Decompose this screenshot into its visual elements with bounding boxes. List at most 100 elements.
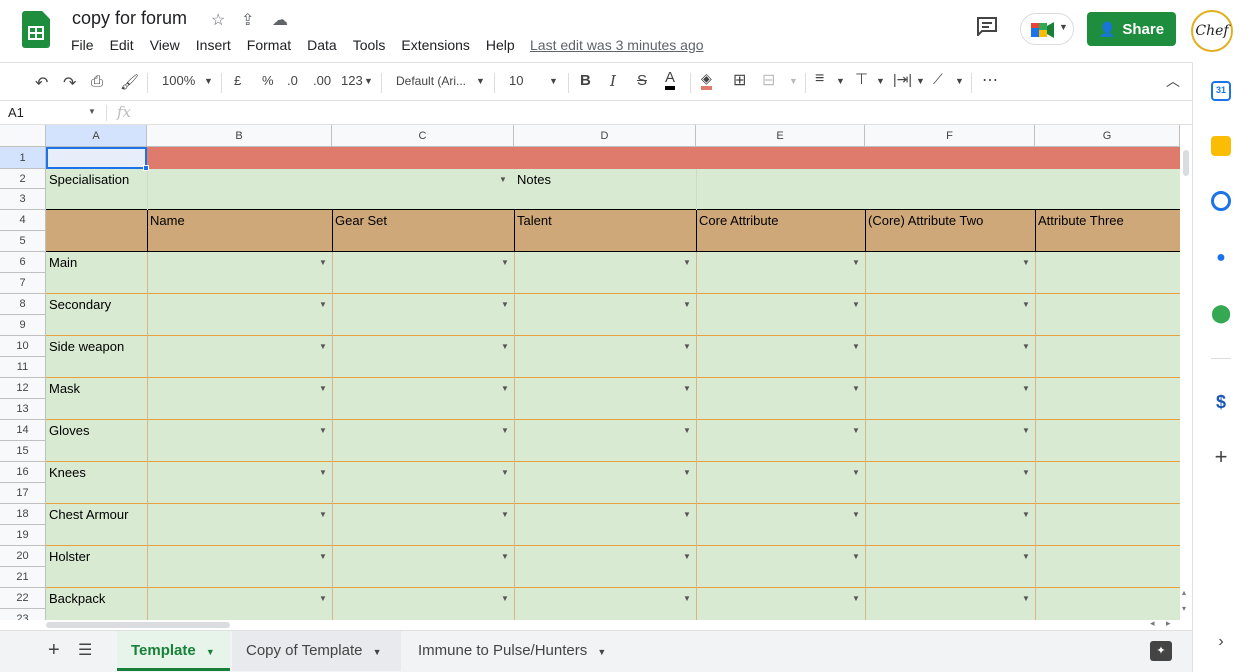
dropdown-arrow-icon[interactable]: ▼ xyxy=(501,426,509,435)
formula-input[interactable] xyxy=(145,101,1185,125)
row-header-18[interactable]: 18 xyxy=(0,504,46,525)
dropdown-arrow-icon[interactable]: ▼ xyxy=(683,510,691,519)
print-icon[interactable]: ⎙ xyxy=(91,73,103,90)
dropdown-arrow-icon[interactable]: ▼ xyxy=(852,552,860,561)
account-avatar[interactable]: Chef xyxy=(1191,10,1233,52)
tab-immune-to-pulse-hunters[interactable]: Immune to Pulse/Hunters ▼ xyxy=(404,631,629,671)
dropdown-arrow-icon[interactable]: ▼ xyxy=(1022,468,1030,477)
font-select[interactable]: Default (Ari... xyxy=(396,74,466,88)
dropdown-arrow-icon[interactable]: ▼ xyxy=(683,258,691,267)
dropdown-arrow-icon[interactable]: ▼ xyxy=(852,300,860,309)
zoom-select[interactable]: 100% xyxy=(162,73,195,88)
fill-color-icon[interactable]: ◈ xyxy=(701,70,712,90)
vertical-align-icon[interactable]: ⊤ xyxy=(855,70,868,88)
dropdown-arrow-icon[interactable]: ▼ xyxy=(1022,384,1030,393)
dropdown-arrow-icon[interactable]: ▼ xyxy=(852,594,860,603)
dropdown-arrow-icon[interactable]: ▼ xyxy=(683,594,691,603)
dropdown-arrow-icon[interactable]: ▼ xyxy=(1022,552,1030,561)
scroll-down-icon[interactable]: ▾ xyxy=(1182,604,1186,613)
dropdown-arrow-icon[interactable]: ▼ xyxy=(1022,510,1030,519)
table-row[interactable] xyxy=(46,378,1180,420)
dropdown-arrow-icon[interactable]: ▼ xyxy=(1022,258,1030,267)
menu-help[interactable]: Help xyxy=(486,37,515,53)
star-icon[interactable]: ☆ xyxy=(211,10,225,30)
borders-icon[interactable]: ⊞ xyxy=(733,70,746,90)
dropdown-arrow-icon[interactable]: ▼ xyxy=(501,468,509,477)
increase-decimal-button[interactable]: .00 xyxy=(313,73,331,88)
explore-icon[interactable]: ✦ xyxy=(1150,641,1172,661)
font-size-select[interactable]: 10 xyxy=(509,73,523,88)
row-header-16[interactable]: 16 xyxy=(0,462,46,483)
menu-format[interactable]: Format xyxy=(247,37,291,53)
chevron-down-icon[interactable]: ▼ xyxy=(88,107,96,116)
row-header-17[interactable]: 17 xyxy=(0,483,46,504)
row-header-12[interactable]: 12 xyxy=(0,378,46,399)
meet-button[interactable]: ▼ xyxy=(1020,13,1074,45)
dropdown-arrow-icon[interactable]: ▼ xyxy=(683,300,691,309)
dropdown-arrow-icon[interactable]: ▼ xyxy=(1022,342,1030,351)
row-header-4[interactable]: 4 xyxy=(0,210,46,231)
scroll-left-icon[interactable]: ◂ xyxy=(1150,618,1155,629)
row-header-2[interactable]: 2 xyxy=(0,169,46,189)
calendar-icon[interactable]: 31 xyxy=(1211,81,1231,101)
document-title[interactable]: copy for forum xyxy=(72,8,187,29)
row-header-1[interactable]: 1 xyxy=(0,147,46,169)
dropdown-arrow-icon[interactable]: ▼ xyxy=(1022,594,1030,603)
row-header-7[interactable]: 7 xyxy=(0,273,46,294)
table-row[interactable] xyxy=(46,462,1180,504)
dropdown-arrow-icon[interactable]: ▼ xyxy=(852,258,860,267)
row-header-23[interactable]: 23 xyxy=(0,609,46,620)
undo-icon[interactable]: ↶ xyxy=(35,73,48,93)
dropdown-arrow-icon[interactable]: ▼ xyxy=(501,300,509,309)
dropdown-arrow-icon[interactable]: ▼ xyxy=(683,552,691,561)
header-band-row[interactable] xyxy=(46,147,1180,169)
table-row[interactable] xyxy=(46,588,1180,620)
horizontal-scrollbar[interactable]: ◂ ▸ xyxy=(46,618,1180,630)
vertical-scrollbar[interactable]: ▴ ▾ xyxy=(1180,148,1192,620)
table-row[interactable] xyxy=(46,336,1180,378)
chevron-down-icon[interactable]: ▼ xyxy=(204,76,213,86)
decrease-decimal-button[interactable]: .0 xyxy=(287,73,298,88)
menu-edit[interactable]: Edit xyxy=(110,37,134,53)
table-row[interactable] xyxy=(46,420,1180,462)
spreadsheet-grid[interactable]: A B C D E F G 1 2 3 4 5 6 7 8 9 10 11 12 13 14 15 16 17 18 19 20 21… xyxy=(0,125,1180,620)
row-header-22[interactable]: 22 xyxy=(0,588,46,609)
dropdown-arrow-icon[interactable]: ▼ xyxy=(852,510,860,519)
row-header-20[interactable]: 20 xyxy=(0,546,46,567)
dropdown-arrow-icon[interactable]: ▼ xyxy=(501,384,509,393)
collapse-toolbar-icon[interactable]: ︿ xyxy=(1166,71,1180,91)
addon-icon[interactable]: $ xyxy=(1211,392,1231,412)
fill-handle[interactable] xyxy=(143,165,149,171)
merge-cells-icon[interactable]: ⊟ xyxy=(762,70,775,90)
currency-button[interactable]: £ xyxy=(234,73,241,88)
table-row[interactable] xyxy=(46,294,1180,336)
horizontal-align-icon[interactable]: ≡ xyxy=(815,70,824,88)
row-header-3[interactable]: 3 xyxy=(0,189,46,210)
menu-extensions[interactable]: Extensions xyxy=(401,37,469,53)
table-row[interactable] xyxy=(46,546,1180,588)
dropdown-arrow-icon[interactable]: ▼ xyxy=(683,384,691,393)
dropdown-arrow-icon[interactable]: ▼ xyxy=(319,552,327,561)
scroll-thumb[interactable] xyxy=(46,622,230,628)
dropdown-arrow-icon[interactable]: ▼ xyxy=(852,468,860,477)
tab-copy-of-template[interactable]: Copy of Template ▼ xyxy=(232,631,401,671)
specialisation-row[interactable] xyxy=(46,169,1180,210)
all-sheets-icon[interactable]: ☰ xyxy=(78,640,92,660)
column-header-e[interactable]: E xyxy=(696,125,865,147)
sheets-logo[interactable] xyxy=(22,11,50,48)
scroll-right-icon[interactable]: ▸ xyxy=(1166,618,1171,629)
maps-icon[interactable]: ⬤ xyxy=(1211,303,1231,323)
table-row[interactable] xyxy=(46,252,1180,294)
dropdown-arrow-icon[interactable]: ▼ xyxy=(319,384,327,393)
tab-template[interactable]: Template ▼ xyxy=(117,631,230,671)
tasks-icon[interactable] xyxy=(1211,191,1231,211)
dropdown-arrow-icon[interactable]: ▼ xyxy=(319,426,327,435)
dropdown-arrow-icon[interactable]: ▼ xyxy=(499,175,507,184)
column-header-a[interactable]: A xyxy=(46,125,147,147)
dropdown-arrow-icon[interactable]: ▼ xyxy=(501,258,509,267)
bold-button[interactable]: B xyxy=(580,72,591,89)
chevron-right-icon[interactable]: › xyxy=(1211,632,1231,652)
text-rotation-icon[interactable]: ⟋ xyxy=(933,71,943,88)
dropdown-arrow-icon[interactable]: ▼ xyxy=(319,468,327,477)
row-header-8[interactable]: 8 xyxy=(0,294,46,315)
